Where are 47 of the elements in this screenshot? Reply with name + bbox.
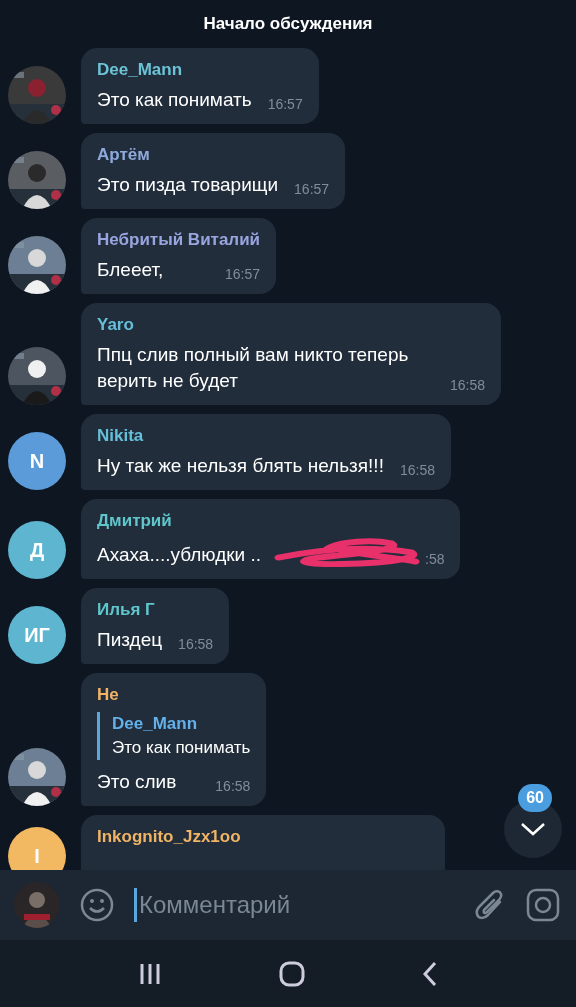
message-time: 16:58 <box>449 377 485 394</box>
message-text: Ну так же нельзя блять нельзя!!! <box>97 454 384 478</box>
message-bubble[interactable]: Небритый Виталий Блееет, 16:57 <box>81 218 277 294</box>
author-name[interactable]: Небритый Виталий <box>97 230 261 250</box>
author-name[interactable]: Yaro <box>97 315 485 335</box>
message-bubble[interactable]: Илья Г Пиздец 16:58 <box>81 588 230 664</box>
message-bubble[interactable]: Dee_Mann Это как понимать 16:57 <box>81 48 319 124</box>
message-text: Блееет, <box>97 258 164 282</box>
message-text: Это слив <box>97 770 177 794</box>
message-time: 16:57 <box>294 181 330 198</box>
reply-quote[interactable]: Dee_Mann Это как понимать <box>97 712 251 760</box>
message-time: 16:57 <box>225 266 261 283</box>
message-time: 16:58 <box>215 778 251 795</box>
message-bubble[interactable]: Nikita Ну так же нельзя блять нельзя!!! 16:58 <box>81 414 451 490</box>
home-icon[interactable] <box>279 960 305 987</box>
message-text: Это как понимать <box>97 88 252 112</box>
message-time: 16:58 <box>178 636 214 653</box>
message-time: :58 <box>425 551 445 568</box>
comment-bar[interactable]: Комментарий <box>0 870 576 940</box>
reply-text: Это как понимать <box>112 738 251 758</box>
author-name[interactable]: Илья Г <box>97 600 214 620</box>
message-bubble[interactable]: Артём Это пизда товарищи 16:57 <box>81 133 346 209</box>
message-bubble[interactable]: Yaro Ппц слив полный вам никто теперь верить не будет 16:58 <box>81 303 501 405</box>
chat-header-title: Начало обсуждения <box>203 14 373 34</box>
recent-apps-icon[interactable] <box>138 961 163 986</box>
message-time: 16:57 <box>267 96 303 113</box>
author-name[interactable]: Не <box>97 685 251 705</box>
author-name[interactable]: Inkognito_Jzx1oo <box>97 827 429 847</box>
comment-input[interactable]: Комментарий <box>134 888 454 922</box>
author-name[interactable]: Артём <box>97 145 330 165</box>
message-bubble[interactable]: Inkognito_Jzx1oo <box>81 815 445 870</box>
back-icon[interactable] <box>421 960 438 987</box>
unread-badge: 60 <box>518 784 552 812</box>
chevron-down-icon <box>520 821 546 837</box>
message-bubble[interactable]: Не Dee_Mann Это как понимать Это слив 16:58 <box>81 673 267 806</box>
message-text: Это пизда товарищи <box>97 173 279 197</box>
camera-icon[interactable] <box>526 888 560 922</box>
message-text: Ппц слив полный вам никто теперь верить не будет <box>97 343 410 393</box>
reply-author: Dee_Mann <box>112 714 199 734</box>
message-bubble[interactable]: Дмитрий Ахаха....ублюдки .. :58 <box>81 499 461 579</box>
author-name[interactable]: Dee_Mann <box>97 60 303 80</box>
author-name[interactable]: Дмитрий <box>97 511 445 531</box>
author-name[interactable]: Nikita <box>97 426 435 446</box>
message-time: 16:58 <box>399 462 435 479</box>
message-text: Ахаха....ублюдки .. <box>97 543 261 567</box>
emoji-icon[interactable] <box>80 888 114 922</box>
message-text: Пиздец <box>97 628 163 652</box>
